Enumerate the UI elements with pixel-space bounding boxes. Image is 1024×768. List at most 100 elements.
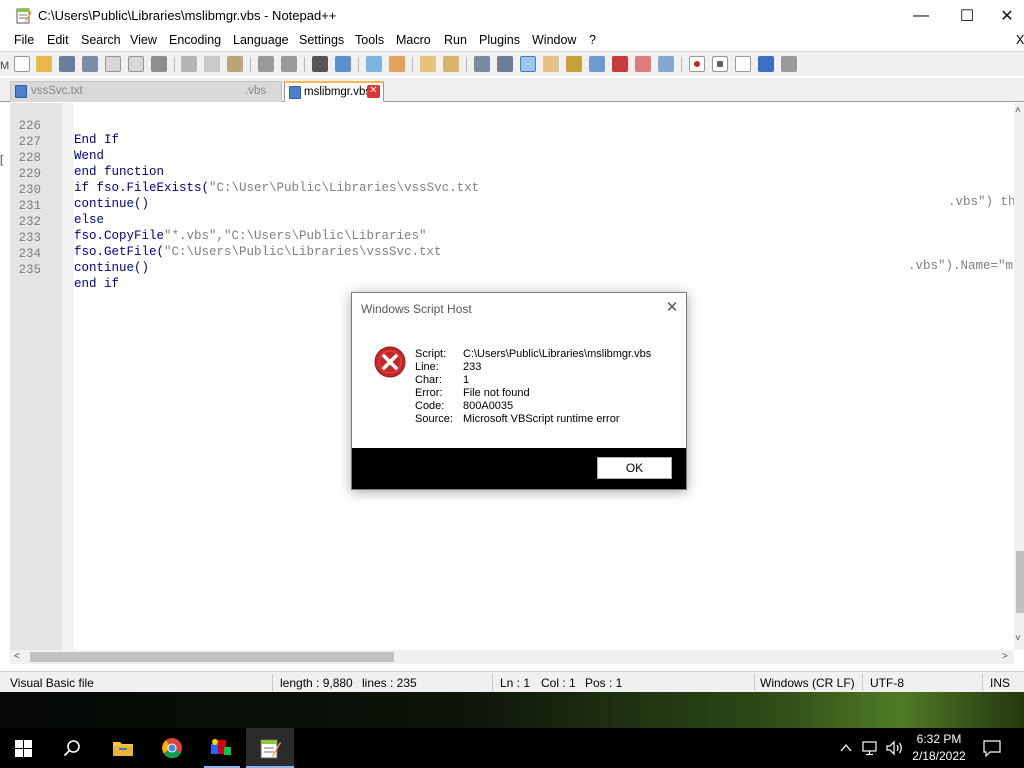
close-button[interactable]: ✕ (990, 0, 1024, 31)
undo-icon[interactable] (258, 56, 274, 72)
sync-vertical-icon[interactable] (420, 56, 436, 72)
close-icon: ✕ (1000, 7, 1014, 25)
vertical-scroll-thumb[interactable] (1016, 551, 1024, 613)
network-icon[interactable] (862, 740, 880, 756)
status-bar: Visual Basic file length : 9,880 lines :… (0, 671, 1024, 692)
clock-date[interactable]: 2/18/2022 (908, 749, 970, 763)
show-all-characters-icon[interactable] (497, 56, 513, 72)
record-dot-icon (694, 61, 700, 67)
code-line: 234 continue() (10, 233, 1014, 275)
clock-time[interactable]: 6:32 PM (912, 732, 966, 746)
status-col: Col : 1 (541, 676, 576, 690)
code-line: 233 fso.GetFile("C:\Users\Public\Librari… (10, 217, 1014, 273)
menu-run[interactable]: Run (444, 33, 467, 47)
indent-guide-icon[interactable] (520, 56, 536, 72)
horizontal-scroll-thumb[interactable] (30, 652, 394, 662)
open-file-icon[interactable] (36, 56, 52, 72)
close-document-button[interactable]: X (1016, 33, 1024, 47)
toolbar-separator (358, 57, 359, 72)
run-macro-multiple-icon[interactable] (758, 56, 774, 72)
volume-icon[interactable] (886, 740, 904, 756)
maximize-button[interactable]: ☐ (944, 0, 990, 31)
redo-icon[interactable] (281, 56, 297, 72)
folder-as-workspace-icon[interactable] (612, 56, 628, 72)
minimize-button[interactable]: — (898, 0, 944, 31)
tab-close-icon[interactable]: ✕ (367, 85, 380, 98)
monitoring-icon[interactable] (658, 56, 674, 72)
close-file-icon[interactable] (105, 56, 121, 72)
function-list-icon[interactable] (589, 56, 605, 72)
menu-encoding[interactable]: Encoding (169, 33, 221, 47)
notification-icon[interactable] (983, 740, 1001, 757)
title-bar: C:\Users\Public\Libraries\mslibmgr.vbs -… (0, 0, 1024, 31)
menu-language[interactable]: Language (233, 33, 289, 47)
find-icon[interactable] (312, 56, 328, 72)
vertical-scrollbar[interactable]: ˄ ˅ (1014, 103, 1024, 650)
code-line: 228 end function (10, 137, 1014, 179)
menu-macro[interactable]: Macro (396, 33, 431, 47)
menu-settings[interactable]: Settings (299, 33, 344, 47)
status-ins: INS (990, 676, 1011, 690)
menu-edit[interactable]: Edit (47, 33, 69, 47)
char-label: Char: (415, 374, 442, 386)
dialog-close-button[interactable]: ✕ (660, 297, 684, 319)
word-wrap-icon[interactable] (474, 56, 490, 72)
print-icon[interactable] (151, 56, 167, 72)
chevron-up-icon[interactable] (840, 742, 852, 754)
save-all-icon[interactable] (82, 56, 98, 72)
document-map-icon[interactable] (566, 56, 582, 72)
user-defined-language-icon[interactable] (543, 56, 559, 72)
menu-window[interactable]: Window (532, 33, 576, 47)
status-pos: Pos : 1 (585, 676, 623, 690)
menu-search[interactable]: Search (81, 33, 121, 47)
tab-mslibmgr[interactable]: mslibmgr.vbs ✕ (284, 81, 384, 102)
document-list-icon[interactable] (635, 56, 651, 72)
copy-icon[interactable] (204, 56, 220, 72)
status-encoding: UTF-8 (870, 676, 904, 690)
close-all-icon[interactable] (128, 56, 144, 72)
horizontal-scrollbar[interactable]: < > (10, 650, 1014, 664)
code-value: 800A0035 (463, 400, 514, 412)
zoom-in-icon[interactable] (366, 56, 382, 72)
replace-icon[interactable] (335, 56, 351, 72)
file-explorer-icon[interactable] (112, 738, 134, 758)
menu-help[interactable]: ? (589, 33, 596, 47)
status-eol: Windows (CR LF) (760, 676, 855, 690)
windows-start-icon[interactable] (15, 740, 32, 757)
paste-icon[interactable] (227, 56, 243, 72)
playback-icon[interactable] (735, 56, 751, 72)
menu-file[interactable]: File (14, 33, 34, 47)
save-icon[interactable] (59, 56, 75, 72)
scroll-right-icon[interactable]: > (1002, 651, 1008, 662)
search-icon[interactable] (63, 739, 81, 757)
status-ln: Ln : 1 (500, 676, 531, 690)
code-line: 232 fso.CopyFile"*.vbs","C:\Users\Public… (10, 201, 1014, 243)
line-number: 235 (18, 263, 41, 277)
code-label: Code: (415, 400, 445, 412)
status-divider (754, 674, 755, 691)
toolbar-separator (466, 57, 467, 72)
scroll-up-icon[interactable]: ˄ (1015, 105, 1021, 116)
tab-vsssvc[interactable]: vssSvc.txt .vbs (10, 81, 282, 102)
toolbar-separator (412, 57, 413, 72)
script-label: Script: (415, 348, 447, 360)
toolbar-separator (304, 57, 305, 72)
chrome-icon[interactable] (161, 737, 183, 759)
script-value: C:\Users\Public\Libraries\mslibmgr.vbs (463, 348, 652, 360)
new-file-icon[interactable] (14, 56, 30, 72)
cut-icon[interactable] (181, 56, 197, 72)
save-macro-icon[interactable] (781, 56, 797, 72)
scroll-down-icon[interactable]: ˅ (1015, 633, 1021, 644)
scroll-left-icon[interactable]: < (14, 651, 20, 662)
taskbar-active-app[interactable] (246, 728, 294, 768)
menu-plugins[interactable]: Plugins (479, 33, 520, 47)
sync-horizontal-icon[interactable] (443, 56, 459, 72)
notepadpp-icon (260, 739, 281, 759)
zoom-out-icon[interactable] (389, 56, 405, 72)
ok-button[interactable]: OK (597, 457, 672, 479)
menu-view[interactable]: View (130, 33, 157, 47)
app-icon[interactable] (208, 736, 234, 760)
toolbar-separator (681, 57, 682, 72)
notepadpp-app-icon (16, 8, 32, 24)
menu-tools[interactable]: Tools (355, 33, 384, 47)
